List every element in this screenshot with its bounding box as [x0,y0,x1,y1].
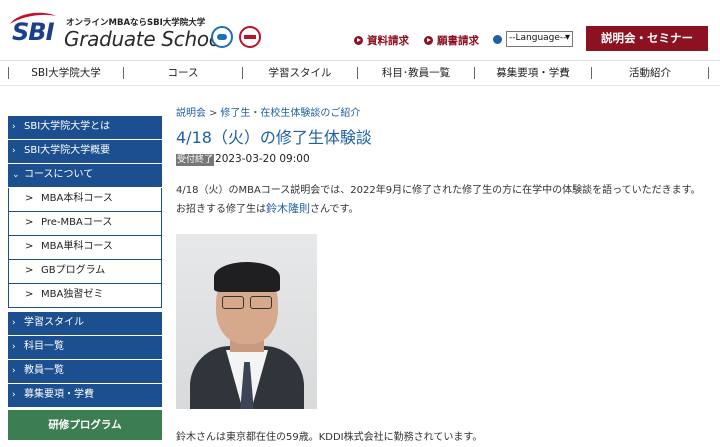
request-materials-link[interactable]: 資料請求 [354,33,409,48]
global-nav: SBI大学院大学 コース 学習スタイル 科目･教員一覧 募集要項・学費 活動紹介 [0,60,720,86]
sidebar-subitem-label: MBA本科コース [41,193,113,204]
sidebar-item-label: コースについて [24,169,94,180]
sidebar-item-admissions[interactable]: › 募集要項・学費 [8,384,162,408]
training-program-button[interactable]: 研修プログラム [8,410,162,440]
arrow-right-icon: > [25,265,34,276]
arrow-right-icon: > [25,193,34,204]
nav-divider [708,67,709,79]
arrow-right-icon: > [25,241,34,252]
sidebar-item-overview[interactable]: › SBI大学院大学概要 [8,140,162,164]
sidebar-subitem-mba-single[interactable]: > MBA単科コース [8,236,162,260]
speaker-prefix: お招きする修了生は [176,204,266,215]
sidebar-item-label: 募集要項・学費 [24,389,94,400]
sidebar-subitem-label: MBA単科コース [41,241,113,252]
sidebar-group: › 学習スタイル › 科目一覧 › 教員一覧 › 募集要項・学費 [8,312,162,408]
nav-item-admissions[interactable]: 募集要項・学費 [475,61,591,85]
arrow-circle-icon [354,36,363,45]
request-materials-label: 資料請求 [367,35,409,47]
post-datetime: 2023-03-20 09:00 [215,153,310,165]
nav-item-course[interactable]: コース [124,61,242,85]
sidebar-item-learning-style[interactable]: › 学習スタイル [8,312,162,336]
sidebar-item-subjects[interactable]: › 科目一覧 [8,336,162,360]
chevron-right-icon: › [12,342,16,352]
nav-item-sbi[interactable]: SBI大学院大学 [9,61,123,85]
speaker-suffix: さんです。 [310,204,359,215]
breadcrumb-link-testimonials[interactable]: 修了生・在校生体験談のご紹介 [220,108,360,119]
chevron-right-icon: › [12,318,16,328]
request-application-link[interactable]: 願書請求 [424,33,479,48]
site-header: SBI オンラインMBAならSBI大学院大学 Graduate School 資… [0,0,720,58]
sidebar-subitem-mba-self-study[interactable]: > MBA独習ゼミ [8,284,162,308]
sidebar: › SBI大学院大学とは › SBI大学院大学概要 ⌄ コースについて > MBA本科コ… [8,116,162,408]
nav-item-activities[interactable]: 活動紹介 [592,61,708,85]
sidebar-item-faculty[interactable]: › 教員一覧 [8,360,162,384]
sidebar-item-label: SBI大学院大学とは [24,121,111,132]
sidebar-item-label: SBI大学院大学概要 [24,145,111,156]
sidebar-item-courses[interactable]: ⌄ コースについて [8,164,162,188]
request-application-label: 願書請求 [437,35,479,47]
speaker-caption: 鈴木さんは東京都在住の59歳。KDDI株式会社に勤務されています。 [176,432,483,443]
speaker-name-link[interactable]: 鈴木隆則 [266,202,310,215]
chevron-down-icon: ⌄ [12,170,20,180]
arrow-right-icon: > [25,217,34,228]
chevron-right-icon: › [12,146,16,156]
sidebar-subitem-pre-mba[interactable]: > Pre-MBAコース [8,212,162,236]
breadcrumb: 説明会 > 修了生・在校生体験談のご紹介 [176,104,360,119]
language-icon [493,35,502,44]
sidebar-subitem-gb-program[interactable]: > GBプログラム [8,260,162,284]
jihee-seal-icon [239,26,261,48]
breadcrumb-link-seminar[interactable]: 説明会 [176,108,206,119]
status-row: 受付終了 2023-03-20 09:00 [176,152,310,166]
page-title: 4/18（火）の修了生体験談 [176,128,372,147]
accreditation-seal-icon [211,26,233,48]
breadcrumb-separator: > [209,108,218,119]
speaker-line: お招きする修了生は鈴木隆則さんです。 [176,200,359,216]
nav-item-subjects[interactable]: 科目･教員一覧 [358,61,474,85]
chevron-right-icon: › [12,366,16,376]
logo-school-name[interactable]: Graduate School [64,27,226,51]
sidebar-subitem-label: GBプログラム [41,265,106,276]
arrow-right-icon: > [25,289,34,300]
seminar-button[interactable]: 説明会・セミナー [586,26,708,51]
sidebar-item-label: 科目一覧 [24,341,64,352]
arrow-circle-icon [424,36,433,45]
sidebar-subitem-mba-main[interactable]: > MBA本科コース [8,188,162,212]
chevron-right-icon: › [12,122,16,132]
status-badge: 受付終了 [176,154,215,166]
logo-sbi[interactable]: SBI [12,18,55,46]
sidebar-subitem-label: MBA独習ゼミ [41,289,104,300]
nav-item-learning-style[interactable]: 学習スタイル [243,61,357,85]
chevron-right-icon: › [12,390,16,400]
intro-paragraph: 4/18（火）のMBAコース説明会では、2022年9月に修了された修了生の方に在… [176,185,701,196]
sidebar-item-label: 教員一覧 [24,365,64,376]
speaker-photo [176,234,317,409]
sidebar-item-about[interactable]: › SBI大学院大学とは [8,116,162,140]
language-select[interactable]: --Language-- [506,31,573,47]
sidebar-subitem-label: Pre-MBAコース [41,217,113,228]
sidebar-item-label: 学習スタイル [24,317,84,328]
